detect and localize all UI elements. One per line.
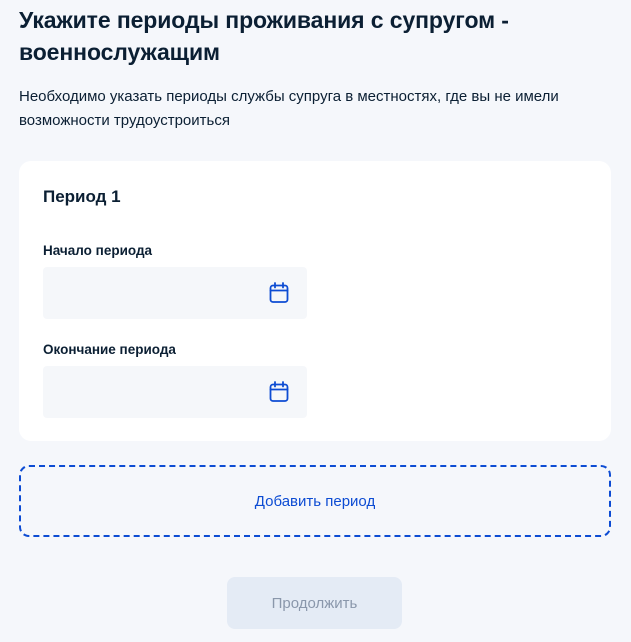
start-date-input[interactable]	[43, 267, 307, 319]
add-period-button[interactable]: Добавить период	[19, 465, 611, 537]
period-title: Период 1	[43, 187, 121, 206]
start-date-label: Начало периода	[43, 243, 153, 258]
end-date-label: Окончание периода	[43, 342, 176, 357]
end-date-field[interactable]	[43, 366, 307, 418]
calendar-icon[interactable]	[269, 282, 289, 304]
page: Укажите периоды проживания с супругом - …	[0, 4, 631, 642]
page-title: Укажите периоды проживания с супругом - …	[19, 7, 509, 65]
period-card: Период 1 Начало периода Окончание период…	[19, 161, 611, 441]
calendar-icon[interactable]	[269, 381, 289, 403]
continue-button[interactable]: Продолжить	[227, 577, 402, 629]
end-date-input[interactable]	[43, 366, 307, 418]
start-date-field[interactable]	[43, 267, 307, 319]
page-subtitle: Необходимо указать периоды службы супруг…	[19, 88, 559, 129]
